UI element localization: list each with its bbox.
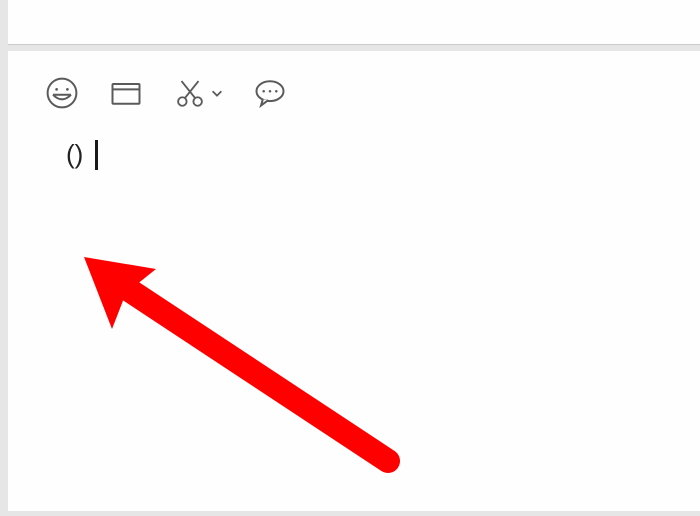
toolbar xyxy=(8,51,700,111)
input-text: () xyxy=(66,139,83,170)
text-cursor xyxy=(95,140,98,170)
chat-icon[interactable] xyxy=(252,75,288,111)
top-bar xyxy=(8,0,700,45)
message-input[interactable]: () xyxy=(8,111,700,170)
emoji-icon[interactable] xyxy=(44,75,80,111)
message-panel: () xyxy=(8,51,700,511)
arrow-annotation xyxy=(78,251,418,491)
folder-icon[interactable] xyxy=(108,75,144,111)
scissors-icon xyxy=(172,75,208,111)
scissors-button[interactable] xyxy=(172,75,224,111)
chevron-down-icon xyxy=(210,86,224,100)
